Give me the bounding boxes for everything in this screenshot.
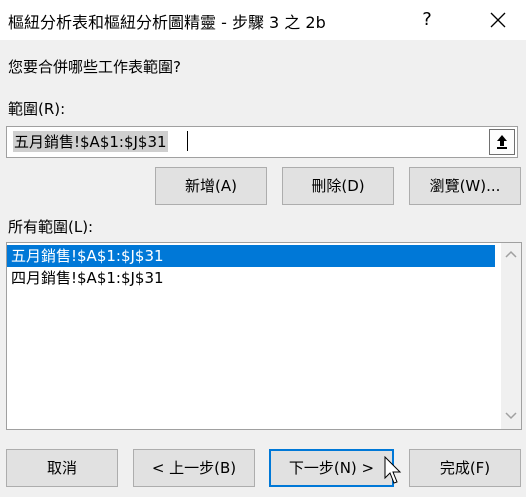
- all-ranges-list[interactable]: 五月銷售!$A$1:$J$31 四月銷售!$A$1:$J$31: [6, 242, 522, 430]
- next-button[interactable]: 下一步(N) >: [269, 449, 394, 487]
- close-button[interactable]: [476, 0, 520, 40]
- window-title: 樞紐分析表和樞紐分析圖精靈 - 步驟 3 之 2b: [8, 13, 326, 32]
- list-item[interactable]: 四月銷售!$A$1:$J$31: [7, 267, 495, 289]
- back-button[interactable]: < 上一步(B): [133, 449, 255, 487]
- scrollbar[interactable]: [501, 243, 521, 429]
- title-bar: 樞紐分析表和樞紐分析圖精靈 - 步驟 3 之 2b ?: [0, 0, 526, 40]
- list-item[interactable]: 五月銷售!$A$1:$J$31: [7, 245, 495, 267]
- help-icon: ?: [422, 9, 432, 30]
- add-button[interactable]: 新增(A): [155, 167, 267, 205]
- range-input-value: 五月銷售!$A$1:$J$31: [13, 131, 168, 152]
- collapse-arrow-icon: [497, 135, 507, 149]
- mouse-cursor-icon: [384, 456, 402, 484]
- collapse-dialog-button[interactable]: [489, 129, 515, 155]
- range-label: 範圍(R):: [8, 100, 66, 118]
- range-input[interactable]: 五月銷售!$A$1:$J$31: [6, 126, 518, 158]
- chevron-down-icon[interactable]: [505, 409, 517, 421]
- delete-button[interactable]: 刪除(D): [282, 167, 394, 205]
- browse-button[interactable]: 瀏覽(W)...: [409, 167, 521, 205]
- finish-button[interactable]: 完成(F): [409, 449, 521, 487]
- chevron-up-icon[interactable]: [505, 249, 517, 261]
- close-icon: [490, 12, 506, 28]
- prompt-text: 您要合併哪些工作表範圍?: [8, 58, 181, 76]
- help-button[interactable]: ?: [412, 0, 442, 40]
- text-caret: [187, 131, 188, 151]
- cancel-button[interactable]: 取消: [6, 449, 118, 487]
- all-ranges-label: 所有範圍(L):: [8, 218, 94, 236]
